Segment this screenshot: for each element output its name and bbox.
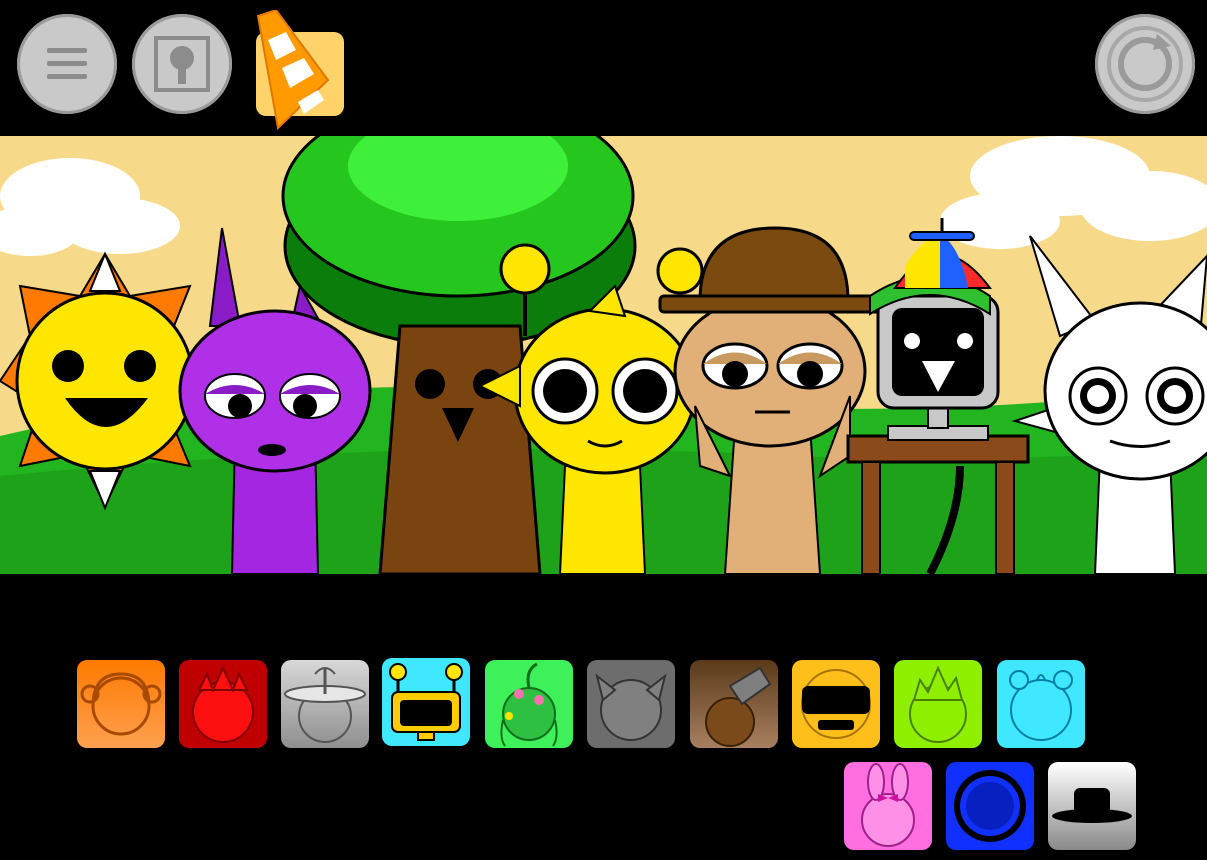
tilted-tophat-icon: [705, 666, 772, 747]
traffic-cone-logo[interactable]: [238, 8, 348, 131]
tile-brown-tophat[interactable]: [690, 660, 778, 748]
tile-black-hat[interactable]: [1048, 762, 1136, 850]
character-stage: [0, 136, 1207, 574]
reset-cycle-icon: [1107, 26, 1183, 102]
menu-button[interactable]: [17, 14, 117, 114]
red-spiky-icon: [192, 665, 254, 743]
avatar-frame-icon: [154, 36, 210, 92]
tile-orange-headphones[interactable]: [77, 660, 165, 748]
satellite-dish-icon: [284, 667, 366, 743]
tile-gray-cat[interactable]: [587, 660, 675, 748]
tv-antenna-icon: [389, 663, 463, 741]
black-hat-icon: [1052, 788, 1132, 823]
tile-pink-bunny[interactable]: [844, 762, 932, 850]
tile-blue-ring[interactable]: [946, 762, 1034, 850]
tile-gray-satellite[interactable]: [281, 660, 369, 748]
cat-ears-icon: [595, 673, 667, 741]
blue-ring-icon: [954, 770, 1026, 842]
tile-cyan-tv-antenna[interactable]: [382, 658, 470, 746]
bunny-ears-icon: [861, 763, 915, 847]
tile-yellow-visor[interactable]: [792, 660, 880, 748]
gallery-button[interactable]: [132, 14, 232, 114]
headphones-icon: [80, 672, 162, 736]
flowers-vine-icon: [500, 662, 558, 747]
reset-button[interactable]: [1095, 14, 1195, 114]
bear-ears-icon: [1009, 670, 1073, 741]
flame-hair-icon: [909, 665, 967, 743]
visor-helmet-icon: [801, 669, 871, 739]
tile-green-flowers[interactable]: [485, 660, 573, 748]
tile-lime-flame[interactable]: [894, 660, 982, 748]
tile-red-spiky[interactable]: [179, 660, 267, 748]
hamburger-menu-icon: [47, 48, 87, 79]
tile-cyan-bear[interactable]: [997, 660, 1085, 748]
